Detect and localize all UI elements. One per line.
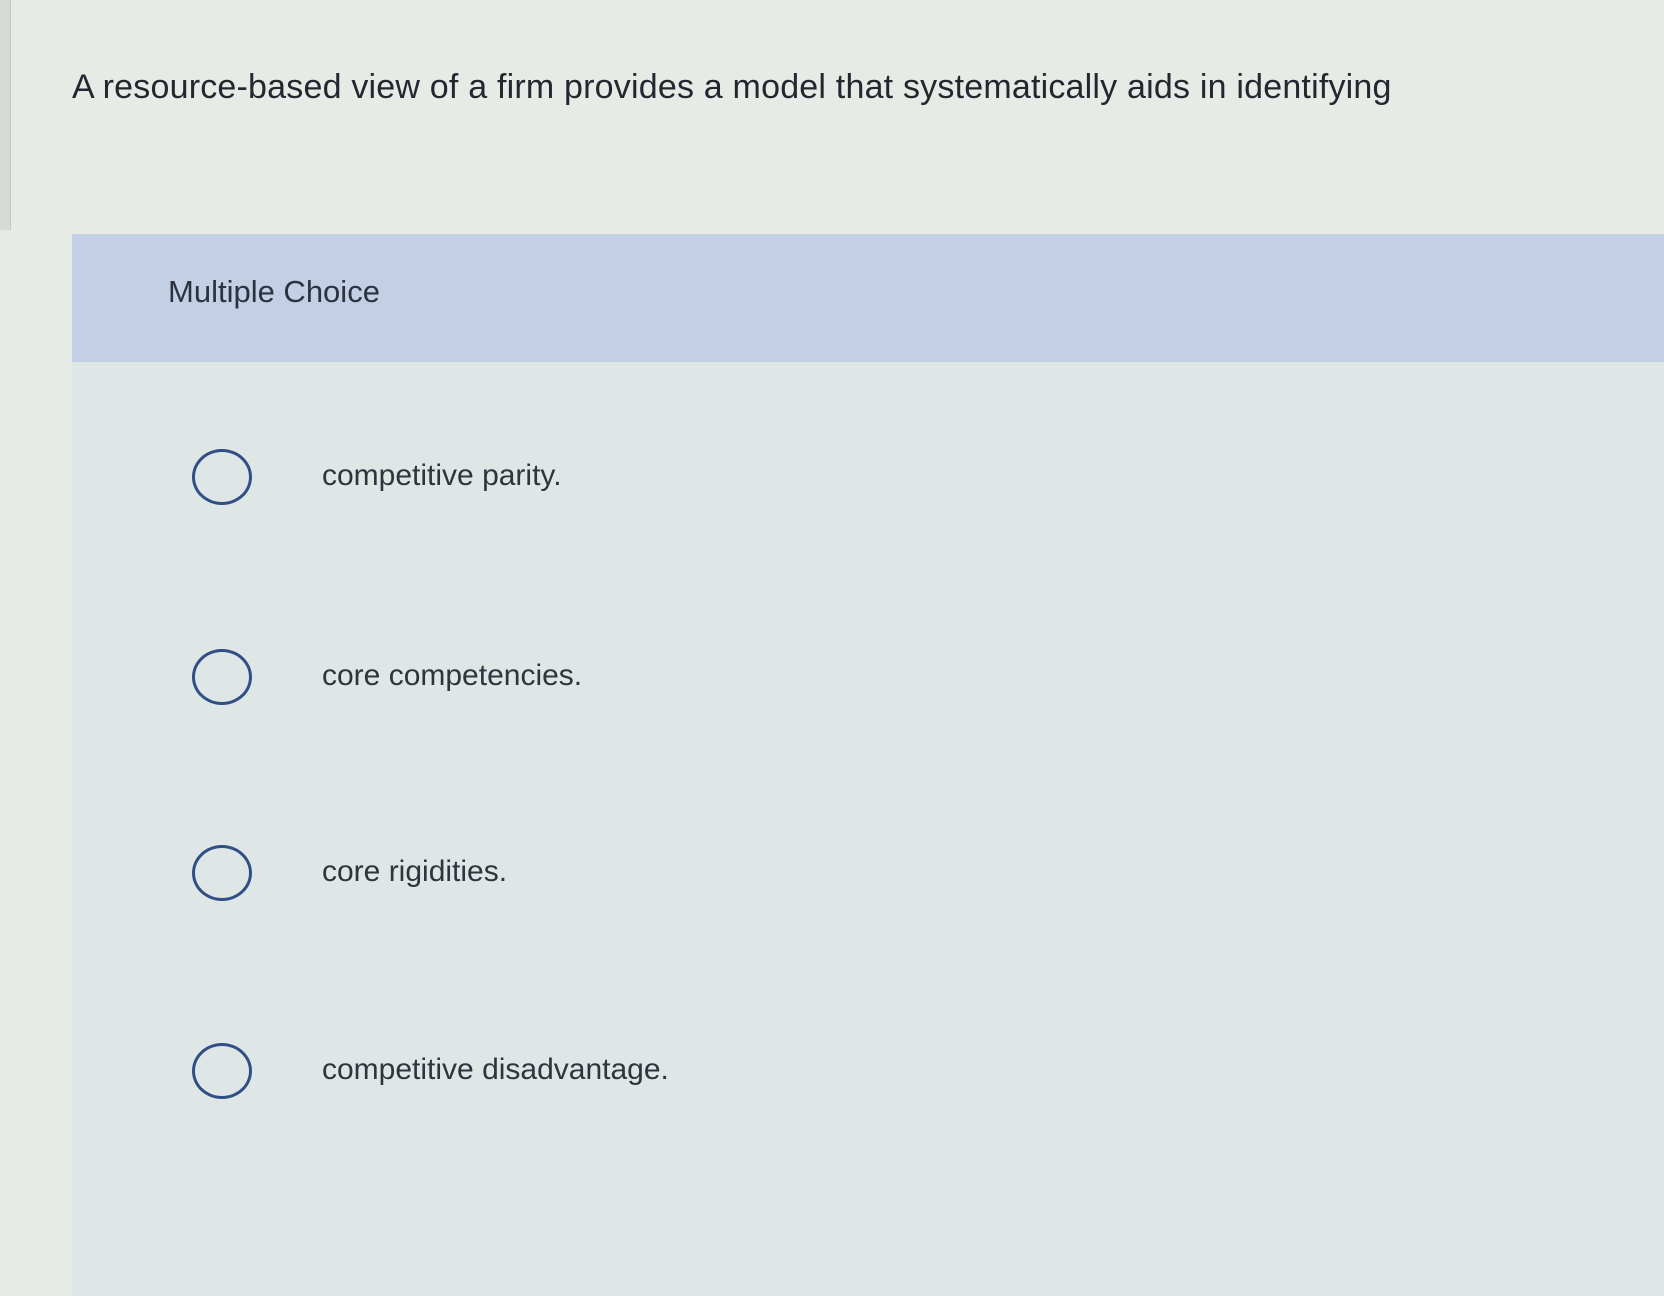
option-label: competitive parity. [322,459,562,492]
panel-title: Multiple Choice [168,274,380,309]
option-label: core competencies. [322,659,583,692]
option-label: competitive disadvantage. [322,1053,669,1086]
radio-button[interactable] [192,1043,252,1099]
option-competitive-disadvantage[interactable]: competitive disadvantage. [192,1040,1492,1110]
panel-header: Multiple Choice [72,234,1664,362]
radio-button[interactable] [192,649,252,705]
option-label: core rigidities. [322,855,508,888]
radio-button[interactable] [192,845,252,901]
window-edge [0,0,11,230]
multiple-choice-panel: Multiple Choice competitive parity. core… [72,234,1664,1296]
option-core-rigidities[interactable]: core rigidities. [192,842,1492,912]
option-competitive-parity[interactable]: competitive parity. [192,446,1492,516]
radio-button[interactable] [192,449,252,505]
question-text: A resource-based view of a firm provides… [72,68,1392,106]
option-core-competencies[interactable]: core competencies. [192,646,1492,716]
